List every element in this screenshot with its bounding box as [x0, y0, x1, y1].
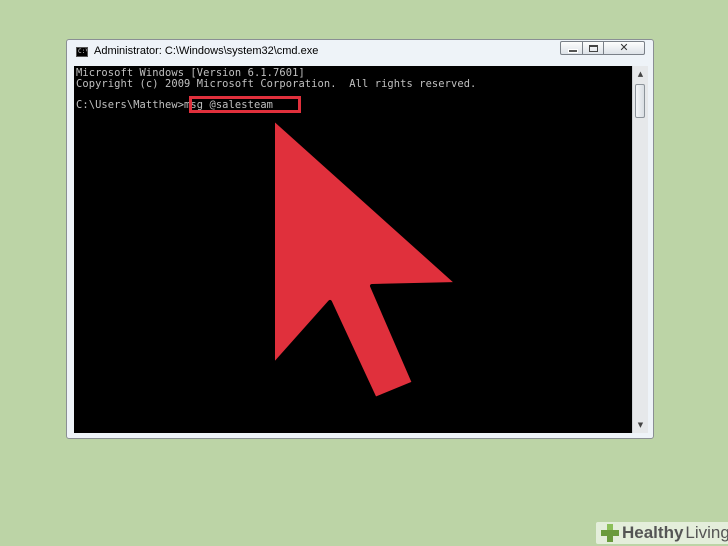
- pointer-arrow-overlay: [271, 116, 460, 401]
- watermark: Healthy Living: [596, 522, 728, 544]
- pointer-arrow-icon: [271, 116, 460, 401]
- watermark-brand-b: Living: [685, 523, 728, 542]
- watermark-brand-a: Healthy: [622, 523, 684, 542]
- healthy-living-logo-icon: [601, 524, 619, 542]
